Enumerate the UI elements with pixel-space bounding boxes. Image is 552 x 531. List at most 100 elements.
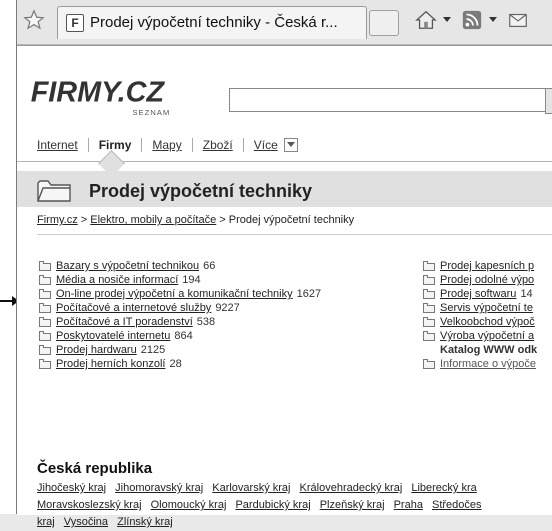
svg-text:SEZNAM: SEZNAM [132, 108, 170, 117]
folder-icon [423, 303, 436, 313]
region-link[interactable]: Vysočina [64, 516, 108, 528]
breadcrumb-current: Prodej výpočetní techniky [228, 214, 355, 226]
browser-toolbar: F Prodej výpočetní techniky - Česká r... [17, 0, 552, 45]
category-link[interactable]: Prodej softwaru [440, 287, 516, 301]
category-link[interactable]: Výroba výpočetní a [440, 329, 534, 343]
nav-divider [191, 138, 193, 152]
category-count: 194 [182, 274, 201, 286]
region-link[interactable]: Liberecký kra [411, 482, 476, 494]
mail-icon[interactable] [507, 9, 529, 31]
feeds-dropdown-icon[interactable] [489, 17, 497, 22]
tab-title: Prodej výpočetní techniky - Česká r... [90, 14, 338, 31]
region-link[interactable]: Královehradecký kraj [300, 482, 403, 494]
list-item: Prodej hardwaru 2125 [39, 343, 321, 357]
list-item: Bazary s výpočetní technikou 66 [39, 259, 321, 273]
nav-divider [141, 138, 143, 152]
list-item: Výroba výpočetní a [423, 329, 539, 343]
category-link[interactable]: Počítačové a internetové služby [56, 301, 211, 315]
category-link[interactable]: Prodej kapesních p [440, 259, 534, 273]
info-link[interactable]: Informace o výpoče [440, 357, 536, 371]
category-count: 864 [174, 330, 193, 342]
home-dropdown-icon[interactable] [443, 17, 451, 22]
region-link[interactable]: Praha [394, 499, 423, 511]
search-button[interactable] [545, 88, 552, 114]
breadcrumb: Firmy.cz > Elektro, mobily a počítače > … [37, 214, 354, 226]
category-link[interactable]: Prodej herních konzolí [56, 357, 165, 371]
region-link[interactable]: Zlínský kraj [117, 516, 173, 528]
folder-icon [423, 317, 436, 327]
nav-vice[interactable]: Více [254, 138, 278, 152]
list-item: Velkoobchod výpoč [423, 315, 539, 329]
nav-mapy[interactable]: Mapy [152, 138, 181, 152]
new-tab-button[interactable] [369, 10, 399, 36]
category-link[interactable]: Velkoobchod výpoč [440, 315, 535, 329]
category-link[interactable]: Prodej hardwaru [56, 343, 137, 357]
feeds-icon[interactable] [461, 9, 483, 31]
nav-divider [87, 138, 89, 152]
folder-icon [39, 345, 52, 355]
list-item: Počítačové a IT poradenství 538 [39, 315, 321, 329]
nav-divider-line [17, 161, 552, 162]
folder-icon [39, 261, 52, 271]
browser-window: F Prodej výpočetní techniky - Česká r...… [16, 0, 552, 528]
nav-firmy[interactable]: Firmy [99, 138, 132, 152]
nav-zbozi[interactable]: Zboží [203, 138, 233, 152]
top-navigation: Internet Firmy Mapy Zboží Více [37, 138, 298, 152]
category-list-left: Bazary s výpočetní technikou 66 Média a n… [39, 259, 321, 371]
nav-internet[interactable]: Internet [37, 138, 78, 152]
folder-icon [423, 359, 436, 369]
category-count: 66 [203, 260, 216, 272]
region-link[interactable]: Karlovarský kraj [212, 482, 290, 494]
list-item: Prodej softwaru 14 [423, 287, 539, 301]
region-link[interactable]: Jihočeský kraj [37, 482, 106, 494]
category-link[interactable]: Poskytovatelé internetu [56, 329, 170, 343]
list-item: Prodej herních konzolí 28 [39, 357, 321, 371]
region-title: Česká republika [37, 460, 153, 477]
breadcrumb-home[interactable]: Firmy.cz [37, 214, 78, 226]
category-count: 2125 [140, 344, 166, 356]
folder-icon [39, 275, 52, 285]
category-link[interactable]: Bazary s výpočetní technikou [56, 259, 199, 273]
region-link[interactable]: Pardubický kraj [235, 499, 310, 511]
category-count: 9227 [215, 302, 240, 314]
home-icon[interactable] [415, 9, 437, 31]
region-link[interactable]: Moravskoslezský kraj [37, 499, 142, 511]
category-count: 1627 [296, 288, 322, 300]
folder-icon [423, 275, 436, 285]
category-link[interactable]: Prodej odolné výpo [440, 273, 534, 287]
region-link[interactable]: Středočes [432, 499, 482, 511]
folder-icon [39, 359, 52, 369]
chevron-down-icon[interactable] [283, 138, 298, 152]
region-link[interactable]: Jihomoravský kraj [115, 482, 203, 494]
folder-icon [39, 289, 52, 299]
region-link[interactable]: kraj [37, 516, 55, 528]
folder-icon [423, 261, 436, 271]
region-link[interactable]: Olomoucký kraj [151, 499, 227, 511]
breadcrumb-divider [37, 234, 552, 235]
breadcrumb-separator: > [216, 214, 229, 226]
category-link[interactable]: Počítačové a IT poradenství [56, 315, 193, 329]
web-page: FIRMY.CZ SEZNAM Internet Firmy Mapy Zbož… [17, 45, 552, 528]
category-link[interactable]: Servis výpočetní te [440, 301, 533, 315]
svg-text:FIRMY.CZ: FIRMY.CZ [31, 77, 166, 109]
category-count: 538 [196, 316, 216, 328]
category-list-right: Prodej kapesních p Prodej odolné výpo Pr… [423, 259, 539, 371]
breadcrumb-category[interactable]: Elektro, mobily a počítače [90, 214, 216, 226]
catalog-label: Katalog WWW odk [440, 344, 538, 356]
category-link[interactable]: On-line prodej výpočetní a komunikační t… [56, 287, 293, 301]
folder-icon [39, 317, 52, 327]
list-item: Počítačové a internetové služby 9227 [39, 301, 321, 315]
region-links: Jihočeský kraj Jihomoravský kraj Karlova… [37, 480, 552, 531]
search-input[interactable] [229, 88, 549, 112]
category-link[interactable]: Média a nosiče informací [56, 273, 178, 287]
folder-icon [423, 289, 436, 299]
breadcrumb-separator: > [77, 214, 91, 226]
favorites-star-icon[interactable] [23, 9, 45, 31]
browser-tab-active[interactable]: F Prodej výpočetní techniky - Česká r... [57, 6, 367, 39]
list-item: Servis výpočetní te [423, 301, 539, 315]
category-count: 28 [169, 358, 182, 370]
region-link[interactable]: Plzeňský kraj [320, 499, 385, 511]
folder-icon [39, 331, 52, 341]
firmy-cz-logo[interactable]: FIRMY.CZ SEZNAM [25, 71, 215, 119]
nav-divider [242, 138, 244, 152]
